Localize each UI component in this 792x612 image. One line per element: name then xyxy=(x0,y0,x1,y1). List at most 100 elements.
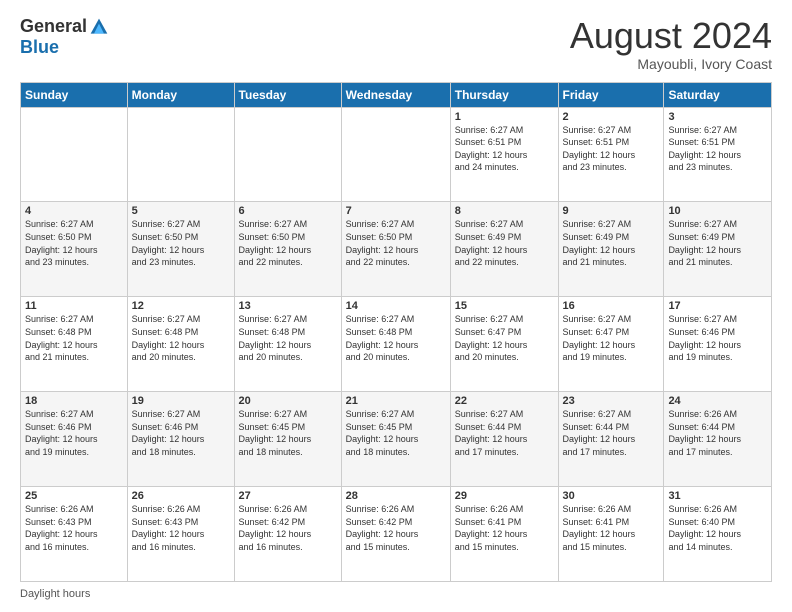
day-number: 18 xyxy=(25,395,123,407)
day-info: Sunrise: 6:27 AM Sunset: 6:49 PM Dayligh… xyxy=(563,218,660,268)
day-info: Sunrise: 6:27 AM Sunset: 6:48 PM Dayligh… xyxy=(132,313,230,363)
day-info: Sunrise: 6:27 AM Sunset: 6:50 PM Dayligh… xyxy=(346,218,446,268)
table-row: 11Sunrise: 6:27 AM Sunset: 6:48 PM Dayli… xyxy=(21,297,128,392)
day-info: Sunrise: 6:27 AM Sunset: 6:50 PM Dayligh… xyxy=(239,218,337,268)
location-subtitle: Mayoubli, Ivory Coast xyxy=(570,56,772,72)
day-number: 4 xyxy=(25,205,123,217)
calendar-week-row: 25Sunrise: 6:26 AM Sunset: 6:43 PM Dayli… xyxy=(21,487,772,582)
table-row: 8Sunrise: 6:27 AM Sunset: 6:49 PM Daylig… xyxy=(450,202,558,297)
day-info: Sunrise: 6:27 AM Sunset: 6:45 PM Dayligh… xyxy=(239,408,337,458)
table-row: 27Sunrise: 6:26 AM Sunset: 6:42 PM Dayli… xyxy=(234,487,341,582)
day-number: 11 xyxy=(25,300,123,312)
table-row: 1Sunrise: 6:27 AM Sunset: 6:51 PM Daylig… xyxy=(450,107,558,202)
calendar-week-row: 4Sunrise: 6:27 AM Sunset: 6:50 PM Daylig… xyxy=(21,202,772,297)
day-info: Sunrise: 6:27 AM Sunset: 6:44 PM Dayligh… xyxy=(455,408,554,458)
day-number: 27 xyxy=(239,490,337,502)
day-number: 10 xyxy=(668,205,767,217)
day-number: 14 xyxy=(346,300,446,312)
day-info: Sunrise: 6:27 AM Sunset: 6:49 PM Dayligh… xyxy=(455,218,554,268)
day-number: 17 xyxy=(668,300,767,312)
title-area: August 2024 Mayoubli, Ivory Coast xyxy=(570,16,772,72)
day-number: 25 xyxy=(25,490,123,502)
day-number: 23 xyxy=(563,395,660,407)
day-info: Sunrise: 6:26 AM Sunset: 6:43 PM Dayligh… xyxy=(132,503,230,553)
day-number: 1 xyxy=(455,111,554,123)
table-row: 5Sunrise: 6:27 AM Sunset: 6:50 PM Daylig… xyxy=(127,202,234,297)
logo-blue: Blue xyxy=(20,37,59,58)
day-info: Sunrise: 6:26 AM Sunset: 6:42 PM Dayligh… xyxy=(239,503,337,553)
table-row: 14Sunrise: 6:27 AM Sunset: 6:48 PM Dayli… xyxy=(341,297,450,392)
day-number: 26 xyxy=(132,490,230,502)
table-row xyxy=(21,107,128,202)
table-row xyxy=(127,107,234,202)
table-row: 18Sunrise: 6:27 AM Sunset: 6:46 PM Dayli… xyxy=(21,392,128,487)
day-number: 6 xyxy=(239,205,337,217)
day-number: 29 xyxy=(455,490,554,502)
table-row: 12Sunrise: 6:27 AM Sunset: 6:48 PM Dayli… xyxy=(127,297,234,392)
day-info: Sunrise: 6:26 AM Sunset: 6:40 PM Dayligh… xyxy=(668,503,767,553)
table-row: 28Sunrise: 6:26 AM Sunset: 6:42 PM Dayli… xyxy=(341,487,450,582)
day-info: Sunrise: 6:27 AM Sunset: 6:46 PM Dayligh… xyxy=(132,408,230,458)
day-info: Sunrise: 6:27 AM Sunset: 6:48 PM Dayligh… xyxy=(25,313,123,363)
daylight-hours-label: Daylight hours xyxy=(20,588,90,600)
table-row: 22Sunrise: 6:27 AM Sunset: 6:44 PM Dayli… xyxy=(450,392,558,487)
col-tuesday: Tuesday xyxy=(234,82,341,107)
day-number: 20 xyxy=(239,395,337,407)
day-info: Sunrise: 6:27 AM Sunset: 6:51 PM Dayligh… xyxy=(455,124,554,174)
page: General Blue August 2024 Mayoubli, Ivory… xyxy=(0,0,792,612)
day-number: 19 xyxy=(132,395,230,407)
day-info: Sunrise: 6:26 AM Sunset: 6:44 PM Dayligh… xyxy=(668,408,767,458)
day-info: Sunrise: 6:27 AM Sunset: 6:45 PM Dayligh… xyxy=(346,408,446,458)
day-number: 9 xyxy=(563,205,660,217)
day-number: 5 xyxy=(132,205,230,217)
col-friday: Friday xyxy=(558,82,664,107)
day-info: Sunrise: 6:27 AM Sunset: 6:50 PM Dayligh… xyxy=(25,218,123,268)
calendar: Sunday Monday Tuesday Wednesday Thursday… xyxy=(20,82,772,582)
logo: General Blue xyxy=(20,16,109,58)
col-sunday: Sunday xyxy=(21,82,128,107)
day-info: Sunrise: 6:27 AM Sunset: 6:49 PM Dayligh… xyxy=(668,218,767,268)
table-row: 15Sunrise: 6:27 AM Sunset: 6:47 PM Dayli… xyxy=(450,297,558,392)
table-row: 13Sunrise: 6:27 AM Sunset: 6:48 PM Dayli… xyxy=(234,297,341,392)
table-row: 7Sunrise: 6:27 AM Sunset: 6:50 PM Daylig… xyxy=(341,202,450,297)
day-number: 30 xyxy=(563,490,660,502)
day-number: 31 xyxy=(668,490,767,502)
day-number: 3 xyxy=(668,111,767,123)
day-info: Sunrise: 6:27 AM Sunset: 6:46 PM Dayligh… xyxy=(668,313,767,363)
day-info: Sunrise: 6:27 AM Sunset: 6:47 PM Dayligh… xyxy=(455,313,554,363)
table-row: 24Sunrise: 6:26 AM Sunset: 6:44 PM Dayli… xyxy=(664,392,772,487)
day-info: Sunrise: 6:26 AM Sunset: 6:42 PM Dayligh… xyxy=(346,503,446,553)
day-number: 16 xyxy=(563,300,660,312)
table-row: 26Sunrise: 6:26 AM Sunset: 6:43 PM Dayli… xyxy=(127,487,234,582)
day-number: 22 xyxy=(455,395,554,407)
table-row xyxy=(234,107,341,202)
day-info: Sunrise: 6:27 AM Sunset: 6:51 PM Dayligh… xyxy=(563,124,660,174)
table-row: 16Sunrise: 6:27 AM Sunset: 6:47 PM Dayli… xyxy=(558,297,664,392)
table-row xyxy=(341,107,450,202)
table-row: 2Sunrise: 6:27 AM Sunset: 6:51 PM Daylig… xyxy=(558,107,664,202)
day-info: Sunrise: 6:27 AM Sunset: 6:46 PM Dayligh… xyxy=(25,408,123,458)
table-row: 3Sunrise: 6:27 AM Sunset: 6:51 PM Daylig… xyxy=(664,107,772,202)
logo-general: General xyxy=(20,16,87,37)
month-title: August 2024 xyxy=(570,16,772,56)
day-number: 2 xyxy=(563,111,660,123)
day-info: Sunrise: 6:26 AM Sunset: 6:41 PM Dayligh… xyxy=(455,503,554,553)
day-info: Sunrise: 6:27 AM Sunset: 6:48 PM Dayligh… xyxy=(346,313,446,363)
table-row: 30Sunrise: 6:26 AM Sunset: 6:41 PM Dayli… xyxy=(558,487,664,582)
table-row: 31Sunrise: 6:26 AM Sunset: 6:40 PM Dayli… xyxy=(664,487,772,582)
col-wednesday: Wednesday xyxy=(341,82,450,107)
table-row: 20Sunrise: 6:27 AM Sunset: 6:45 PM Dayli… xyxy=(234,392,341,487)
table-row: 25Sunrise: 6:26 AM Sunset: 6:43 PM Dayli… xyxy=(21,487,128,582)
table-row: 21Sunrise: 6:27 AM Sunset: 6:45 PM Dayli… xyxy=(341,392,450,487)
col-monday: Monday xyxy=(127,82,234,107)
table-row: 17Sunrise: 6:27 AM Sunset: 6:46 PM Dayli… xyxy=(664,297,772,392)
day-number: 21 xyxy=(346,395,446,407)
day-info: Sunrise: 6:27 AM Sunset: 6:44 PM Dayligh… xyxy=(563,408,660,458)
col-thursday: Thursday xyxy=(450,82,558,107)
day-info: Sunrise: 6:27 AM Sunset: 6:50 PM Dayligh… xyxy=(132,218,230,268)
table-row: 6Sunrise: 6:27 AM Sunset: 6:50 PM Daylig… xyxy=(234,202,341,297)
day-info: Sunrise: 6:26 AM Sunset: 6:43 PM Dayligh… xyxy=(25,503,123,553)
table-row: 9Sunrise: 6:27 AM Sunset: 6:49 PM Daylig… xyxy=(558,202,664,297)
day-info: Sunrise: 6:26 AM Sunset: 6:41 PM Dayligh… xyxy=(563,503,660,553)
calendar-week-row: 18Sunrise: 6:27 AM Sunset: 6:46 PM Dayli… xyxy=(21,392,772,487)
